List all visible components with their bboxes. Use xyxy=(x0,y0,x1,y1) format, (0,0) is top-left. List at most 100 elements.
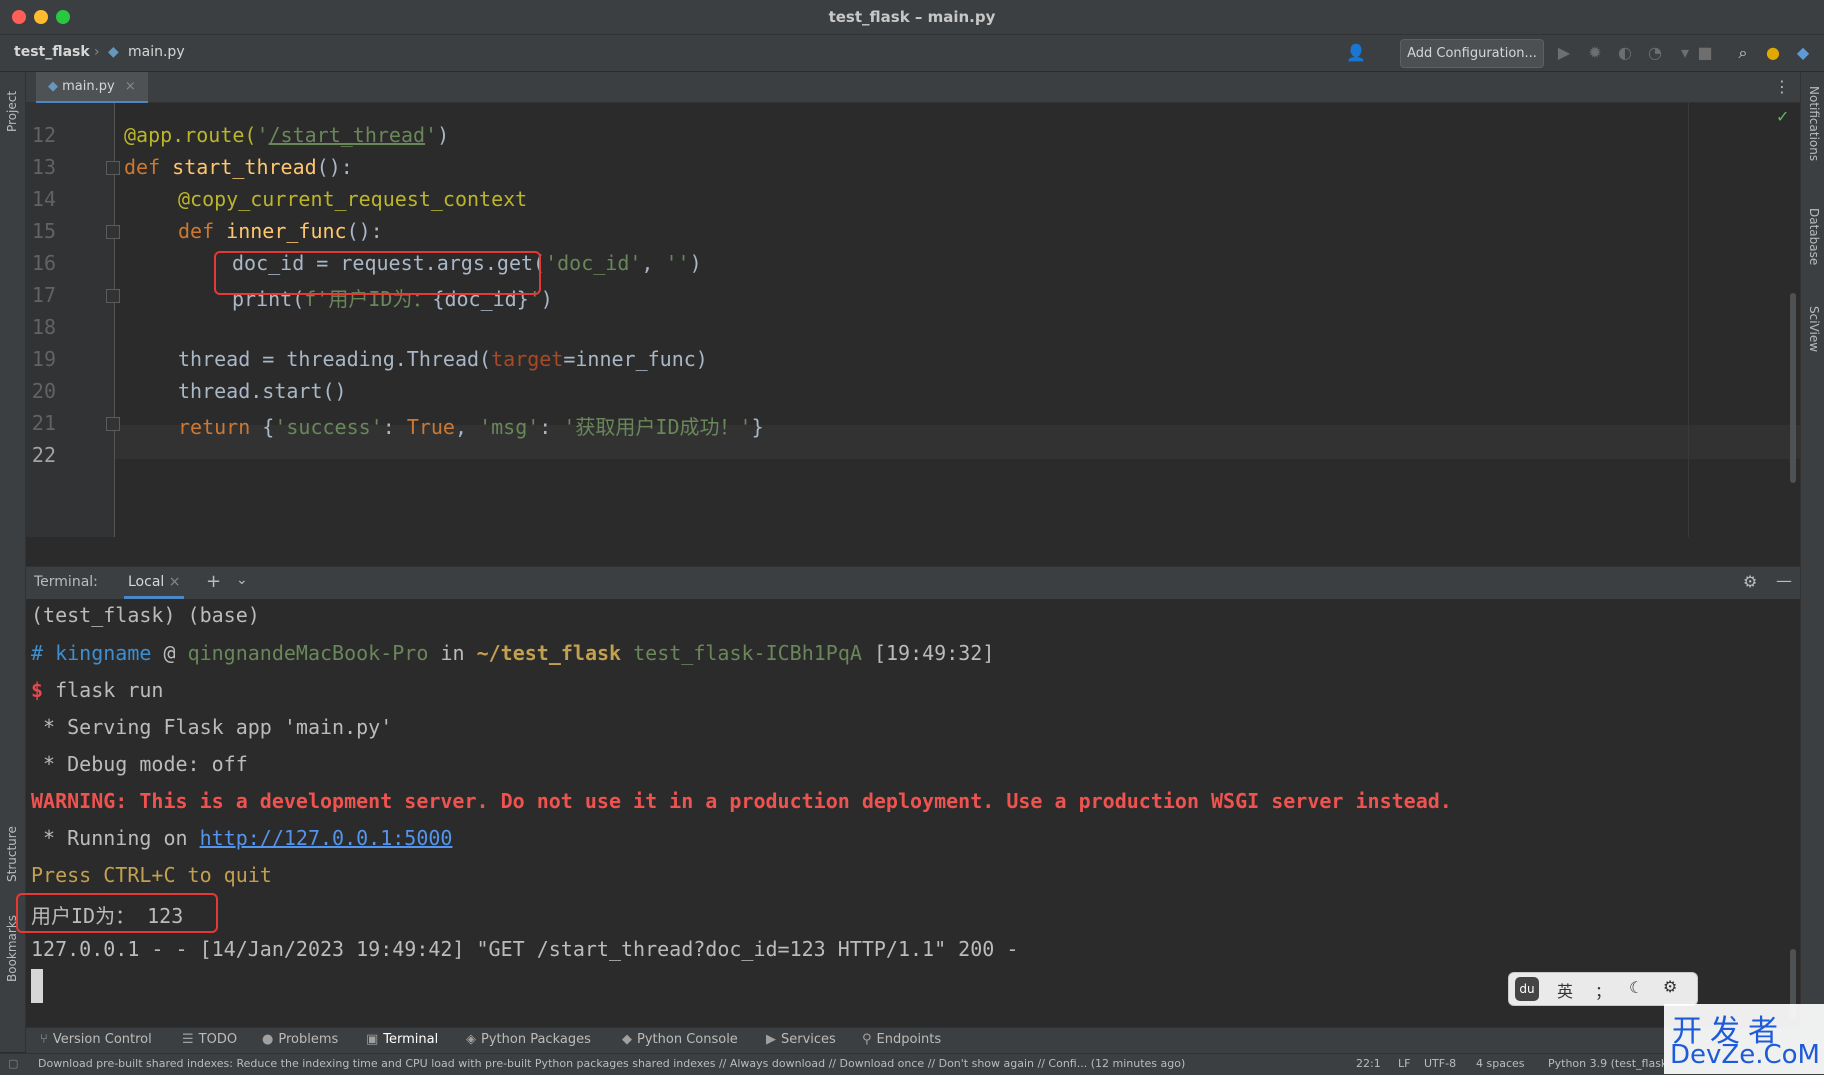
ide-updates-icon[interactable]: ● xyxy=(1763,43,1783,63)
ime-toolbar[interactable]: du 英 ； ☾ ⚙ xyxy=(1508,972,1698,1006)
terminal-line: * Serving Flask app 'main.py' xyxy=(31,715,393,739)
code-editor[interactable]: 12 13 14 15 16 17 18 19 20 21 22 @app.ro… xyxy=(26,103,1800,537)
line-number: 14 xyxy=(31,187,56,211)
terminal-command-line: $ flask run xyxy=(31,678,164,702)
tab-local[interactable]: Local × xyxy=(124,567,185,599)
tool-label: Endpoints xyxy=(876,1032,942,1047)
profile-icon[interactable]: ◔ xyxy=(1645,43,1665,63)
sciview-tool-button[interactable]: SciView xyxy=(1807,306,1821,352)
services-icon: ▶ xyxy=(766,1032,776,1047)
line-number: 22 xyxy=(31,443,56,467)
ime-language-toggle[interactable]: 英 xyxy=(1557,978,1573,1002)
notifications-tool-button[interactable]: Notifications xyxy=(1807,86,1821,161)
tool-label: Problems xyxy=(278,1032,339,1047)
packages-icon: ◈ xyxy=(466,1032,476,1047)
tool-version-control[interactable]: ⑂ Version Control xyxy=(40,1032,152,1047)
close-tab-icon[interactable]: × xyxy=(125,79,136,94)
more-tabs-icon[interactable]: ⋮ xyxy=(1774,77,1790,96)
tool-label: Terminal xyxy=(383,1032,439,1047)
tool-label: Python Console xyxy=(637,1032,738,1047)
fold-marker-icon[interactable] xyxy=(106,225,120,239)
branch-icon: ⑂ xyxy=(40,1032,48,1047)
line-number: 12 xyxy=(31,123,56,147)
tool-terminal[interactable]: ▣ Terminal xyxy=(366,1032,438,1047)
code-line-13: def start_thread(): xyxy=(124,155,353,179)
tab-local-label: Local xyxy=(128,574,165,590)
more-run-options-icon[interactable]: ▾ xyxy=(1675,43,1695,63)
gear-icon[interactable]: ⚙ xyxy=(1663,977,1677,996)
right-tool-strip: Notifications Database SciView xyxy=(1800,72,1824,1052)
project-tool-button[interactable]: Project xyxy=(5,91,19,132)
toggle-tool-windows-icon[interactable]: ▢ xyxy=(8,1057,18,1070)
status-message[interactable]: Download pre-built shared indexes: Reduc… xyxy=(38,1057,1185,1070)
chevron-down-icon[interactable]: ⌄ xyxy=(236,572,248,588)
tool-endpoints[interactable]: ⚲ Endpoints xyxy=(862,1032,941,1047)
terminal-line: * Running on http://127.0.0.1:5000 xyxy=(31,826,453,850)
search-icon[interactable]: ⌕ xyxy=(1733,43,1753,63)
terminal-output[interactable]: (test_flask) (base) # kingname @ qingnan… xyxy=(16,599,1800,1027)
tool-problems[interactable]: ● Problems xyxy=(262,1032,338,1047)
line-separator[interactable]: LF xyxy=(1398,1057,1410,1070)
run-icon[interactable]: ▶ xyxy=(1554,43,1574,63)
code-line-21: return {'success': True, 'msg': '获取用户ID成… xyxy=(178,415,764,439)
line-number: 21 xyxy=(31,411,56,435)
code-line-15: def inner_func(): xyxy=(178,219,383,243)
python-interpreter[interactable]: Python 3.9 (test_flask-ICBh1PqA) xyxy=(1548,1057,1668,1070)
highlight-box-print xyxy=(214,251,541,295)
tool-services[interactable]: ▶ Services xyxy=(766,1032,836,1047)
add-configuration-button[interactable]: Add Configuration... xyxy=(1400,39,1544,68)
tool-python-console[interactable]: ◆ Python Console xyxy=(622,1032,738,1047)
fold-marker-icon[interactable] xyxy=(106,417,120,431)
moon-icon[interactable]: ☾ xyxy=(1629,978,1643,997)
tool-python-packages[interactable]: ◈ Python Packages xyxy=(466,1032,591,1047)
line-number: 17 xyxy=(31,283,56,307)
fold-marker-icon[interactable] xyxy=(106,289,120,303)
highlight-box-output xyxy=(16,893,218,933)
debug-icon[interactable]: ✹ xyxy=(1585,43,1605,63)
line-number: 13 xyxy=(31,155,56,179)
breadcrumb-project[interactable]: test_flask xyxy=(14,44,90,60)
line-number: 20 xyxy=(31,379,56,403)
window-title: test_flask – main.py xyxy=(828,8,996,26)
file-encoding[interactable]: UTF-8 xyxy=(1424,1057,1456,1070)
terminal-label: Terminal: xyxy=(34,574,98,590)
new-tab-plus-icon[interactable]: + xyxy=(206,571,221,592)
terminal-prompt-line: # kingname @ qingnandeMacBook-Pro in ~/t… xyxy=(31,641,995,665)
tool-todo[interactable]: ☰ TODO xyxy=(182,1032,237,1047)
line-number: 15 xyxy=(31,219,56,243)
structure-tool-button[interactable]: Structure xyxy=(5,826,19,882)
python-file-icon: ◆ xyxy=(108,44,119,60)
watermark: 开发者 DevZe.CoM xyxy=(1664,1004,1824,1074)
ime-logo-icon[interactable]: du xyxy=(1515,977,1539,1001)
list-icon: ☰ xyxy=(182,1032,194,1047)
info-icon: ● xyxy=(262,1032,274,1047)
caret-position[interactable]: 22:1 xyxy=(1356,1057,1381,1070)
breadcrumb-file[interactable]: main.py xyxy=(128,44,185,60)
line-number: 18 xyxy=(31,315,56,339)
jetbrains-logo-icon[interactable]: ◆ xyxy=(1793,43,1813,63)
chevron-right-icon: › xyxy=(94,44,100,60)
terminal-request-log: 127.0.0.1 - - [14/Jan/2023 19:49:42] "GE… xyxy=(31,937,1019,961)
title-bar: test_flask – main.py xyxy=(0,0,1824,35)
close-tab-icon[interactable]: × xyxy=(169,574,181,590)
gear-icon[interactable]: ⚙ xyxy=(1743,572,1757,591)
right-margin-guide xyxy=(1688,103,1689,537)
tab-main-py[interactable]: ◆ main.py × xyxy=(36,72,148,104)
tool-label: TODO xyxy=(198,1032,238,1047)
terminal-line: * Debug mode: off xyxy=(31,752,248,776)
user-account-icon[interactable]: 👤 xyxy=(1346,43,1366,63)
server-url-link[interactable]: http://127.0.0.1:5000 xyxy=(200,826,453,850)
hide-panel-icon[interactable]: — xyxy=(1776,571,1792,590)
status-bar: ▢ Download pre-built shared indexes: Red… xyxy=(0,1053,1824,1075)
ime-punctuation-toggle[interactable]: ； xyxy=(1595,978,1611,1002)
fold-marker-icon[interactable] xyxy=(106,161,120,175)
editor-scrollbar[interactable] xyxy=(1790,293,1796,483)
tool-label: Services xyxy=(781,1032,836,1047)
coverage-icon[interactable]: ◐ xyxy=(1615,43,1635,63)
tool-label: Python Packages xyxy=(481,1032,591,1047)
no-problems-check-icon[interactable]: ✓ xyxy=(1776,107,1789,126)
indent-setting[interactable]: 4 spaces xyxy=(1476,1057,1525,1070)
code-line-19: thread = threading.Thread(target=inner_f… xyxy=(178,347,708,371)
stop-icon[interactable]: ■ xyxy=(1695,43,1715,63)
database-tool-button[interactable]: Database xyxy=(1807,208,1821,265)
